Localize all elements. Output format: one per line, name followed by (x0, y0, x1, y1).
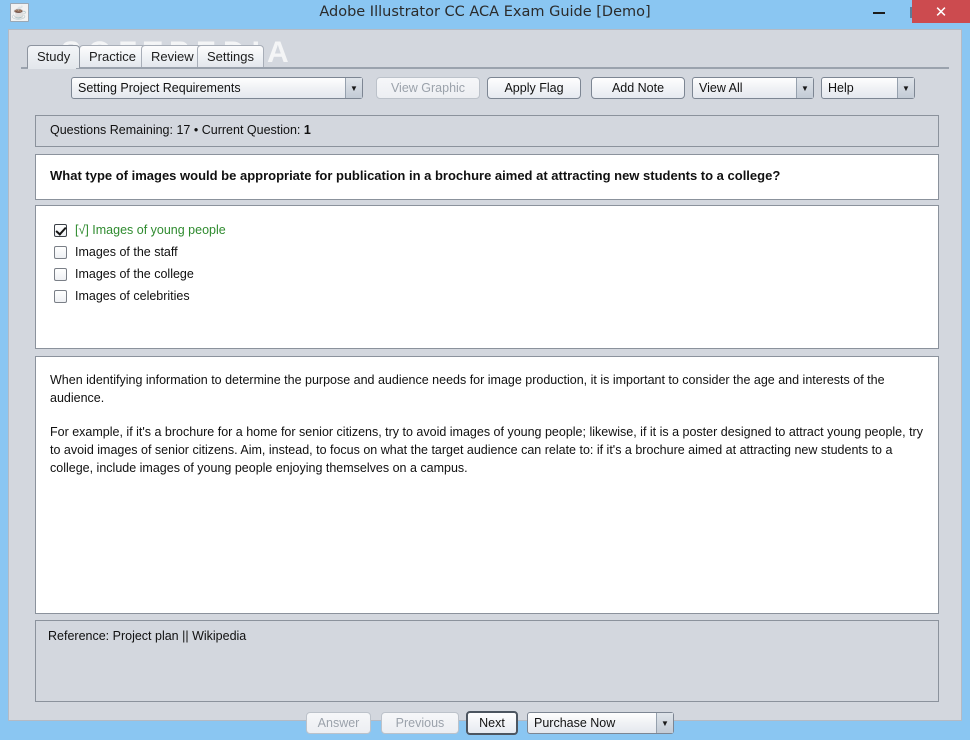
answer-option-2[interactable]: Images of the staff (36, 241, 938, 263)
checkbox-checked-icon[interactable] (54, 223, 67, 237)
next-button[interactable]: Next (466, 711, 518, 735)
answer-option-1[interactable]: [√] Images of young people (36, 219, 938, 241)
chevron-down-icon: ▼ (656, 713, 673, 733)
status-panel: Questions Remaining: 17 • Current Questi… (35, 115, 939, 147)
previous-button-label: Previous (395, 716, 445, 730)
window-title: Adobe Illustrator CC ACA Exam Guide [Dem… (319, 4, 651, 20)
questions-remaining-label: Questions Remaining: (50, 123, 173, 137)
purchase-now-value: Purchase Now (534, 716, 616, 730)
minimize-icon (873, 11, 885, 14)
reference-panel: Reference: Project plan || Wikipedia (35, 620, 939, 702)
add-note-button[interactable]: Add Note (591, 77, 685, 99)
apply-flag-label: Apply Flag (504, 81, 564, 95)
chevron-down-icon: ▼ (897, 78, 914, 98)
checkbox-icon[interactable] (54, 245, 67, 259)
next-button-label: Next (479, 716, 505, 730)
help-value: Help (828, 81, 854, 95)
reference-text: Reference: Project plan || Wikipedia (48, 629, 247, 643)
question-panel: What type of images would be appropriate… (35, 154, 939, 200)
answer-label: Images of the college (75, 267, 194, 281)
purchase-now-select[interactable]: Purchase Now ▼ (527, 712, 674, 734)
application-window: ☕ Adobe Illustrator CC ACA Exam Guide [D… (0, 0, 970, 735)
tab-underline (21, 67, 949, 69)
checkbox-icon[interactable] (54, 267, 67, 281)
chevron-down-icon: ▼ (796, 78, 813, 98)
footer-bar: Answer Previous Next Purchase Now ▼ (9, 710, 961, 740)
close-icon: ✕ (934, 3, 948, 21)
explanation-body: When identifying information to determin… (36, 357, 938, 477)
tab-label: Practice (89, 49, 136, 64)
current-question-value: 1 (303, 123, 311, 137)
status-separator: • (193, 123, 199, 137)
help-select[interactable]: Help ▼ (821, 77, 915, 99)
question-text: What type of images would be appropriate… (50, 168, 781, 183)
answer-option-3[interactable]: Images of the college (36, 263, 938, 285)
questions-remaining-value: 17 (176, 123, 191, 137)
close-button[interactable]: ✕ (912, 0, 970, 23)
status-text: Questions Remaining: 17 • Current Questi… (36, 116, 938, 137)
topic-select-value: Setting Project Requirements (78, 81, 241, 95)
explanation-paragraph: When identifying information to determin… (50, 373, 885, 405)
tab-bar: SOFTPEDIA Study Practice Review Settings (9, 30, 961, 69)
toolbar: Setting Project Requirements ▼ View Grap… (9, 74, 961, 106)
tab-practice[interactable]: Practice (79, 45, 146, 68)
tab-label: Settings (207, 49, 254, 64)
client-area: SOFTPEDIA Study Practice Review Settings… (8, 29, 962, 735)
tab-label: Study (37, 49, 71, 64)
tab-study[interactable]: Study (27, 45, 81, 68)
answer-button[interactable]: Answer (306, 712, 371, 734)
add-note-label: Add Note (611, 81, 665, 95)
explanation-paragraph: For example, if it's a brochure for a ho… (50, 425, 923, 475)
answer-button-label: Answer (317, 716, 360, 730)
chevron-down-icon: ▼ (345, 78, 362, 98)
answer-label: Images of celebrities (75, 289, 190, 303)
view-graphic-label: View Graphic (390, 81, 466, 95)
apply-flag-button[interactable]: Apply Flag (487, 77, 581, 99)
tab-label: Review (151, 49, 194, 64)
view-all-select[interactable]: View All ▼ (692, 77, 814, 99)
answer-label: Images of the staff (75, 245, 178, 259)
explanation-panel: When identifying information to determin… (35, 356, 939, 614)
minimize-button[interactable] (862, 0, 896, 25)
topic-select[interactable]: Setting Project Requirements ▼ (71, 77, 363, 99)
answer-label: [√] Images of young people (75, 223, 226, 237)
view-graphic-button[interactable]: View Graphic (376, 77, 480, 99)
tab-settings[interactable]: Settings (197, 45, 264, 68)
answers-list: [√] Images of young people Images of the… (36, 206, 938, 307)
answers-panel: [√] Images of young people Images of the… (35, 205, 939, 349)
tab-review[interactable]: Review (141, 45, 204, 68)
title-bar: ☕ Adobe Illustrator CC ACA Exam Guide [D… (0, 0, 970, 25)
current-question-label: Current Question: (201, 123, 301, 137)
view-all-value: View All (699, 81, 743, 95)
checkbox-icon[interactable] (54, 289, 67, 303)
answer-option-4[interactable]: Images of celebrities (36, 285, 938, 307)
previous-button[interactable]: Previous (381, 712, 459, 734)
